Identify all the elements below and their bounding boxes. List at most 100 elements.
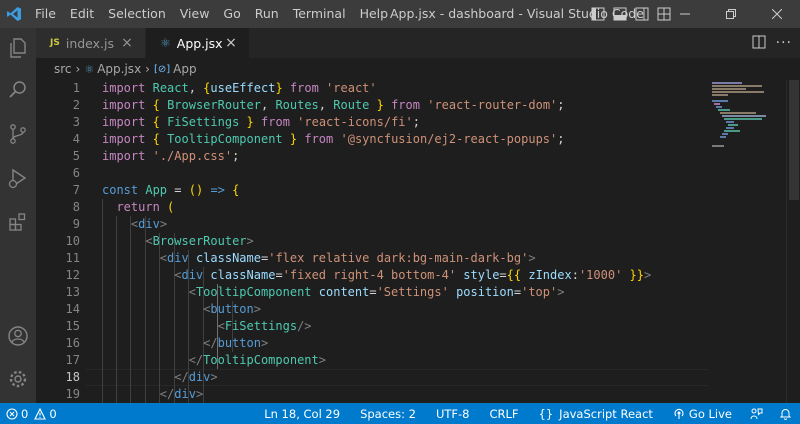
line-number: 13 — [65, 285, 80, 299]
code-line-13[interactable]: <TooltipComponent content='Settings' pos… — [102, 284, 565, 301]
chevron-right-icon: › — [145, 62, 150, 76]
code-line-12[interactable]: <div className='fixed right-4 bottom-4' … — [102, 267, 651, 284]
breadcrumb-symbol[interactable]: App — [173, 62, 196, 76]
line-number-gutter: 1 2 3 4 5 6 7 8 9 10 11 12 13 14 15 16 1… — [36, 80, 86, 403]
close-icon[interactable]: × — [223, 35, 239, 51]
code-line-4[interactable]: import { TooltipComponent } from '@syncf… — [102, 131, 564, 148]
breadcrumb-file[interactable]: App.jsx — [97, 62, 141, 76]
window-controls — [662, 0, 800, 28]
minimap-line — [726, 127, 734, 129]
account-icon[interactable] — [0, 318, 36, 354]
line-number: 19 — [65, 387, 80, 401]
breadcrumb-folder[interactable]: src — [54, 62, 72, 76]
toggle-secondary-sidebar-icon[interactable] — [634, 6, 650, 22]
code-line-2[interactable]: import { BrowserRouter, Routes, Route } … — [102, 97, 565, 114]
warning-count: 0 — [49, 406, 57, 421]
menu-terminal[interactable]: Terminal — [286, 0, 353, 28]
minimap-line — [722, 115, 766, 117]
code-line-19[interactable]: </div> — [102, 386, 203, 403]
notifications-bell-icon[interactable] — [771, 403, 800, 424]
tab-label: App.jsx — [176, 35, 223, 51]
minimap-line — [712, 82, 742, 84]
vscode-logo-icon — [0, 0, 28, 28]
activity-bar — [0, 28, 36, 403]
line-number: 7 — [72, 183, 80, 197]
minimap-line — [722, 133, 728, 135]
broadcast-icon — [674, 408, 684, 419]
toggle-sidebar-icon[interactable] — [590, 6, 606, 22]
encoding[interactable]: UTF-8 — [426, 403, 480, 424]
split-editor-icon[interactable] — [752, 35, 766, 52]
react-file-icon: ⚛ — [84, 62, 95, 76]
end-of-line[interactable]: CRLF — [479, 403, 528, 424]
extensions-icon[interactable] — [0, 204, 36, 240]
go-live-button[interactable]: Go Live — [663, 403, 742, 424]
code-editor[interactable]: 1 2 3 4 5 6 7 8 9 10 11 12 13 14 15 16 1… — [36, 80, 708, 403]
code-line-18[interactable]: </div> — [102, 369, 217, 386]
minimap-line — [724, 130, 740, 132]
line-number: 15 — [65, 319, 80, 333]
code-line-10[interactable]: <BrowserRouter> — [102, 233, 253, 250]
code-line-9[interactable]: <div> — [102, 216, 167, 233]
menu-view[interactable]: View — [173, 0, 217, 28]
menu-edit[interactable]: Edit — [63, 0, 101, 28]
scrollbar-thumb[interactable] — [789, 80, 799, 200]
chevron-right-icon: › — [75, 62, 81, 76]
language-mode[interactable]: {} JavaScript React — [529, 403, 663, 424]
minimap-line — [712, 85, 762, 87]
cursor-position[interactable]: Ln 18, Col 29 — [254, 403, 350, 424]
code-line-5[interactable]: import './App.css'; — [102, 148, 239, 165]
braces-icon: {} — [538, 406, 554, 421]
toggle-panel-icon[interactable] — [612, 6, 628, 22]
layout-controls — [590, 0, 672, 28]
line-number: 16 — [65, 336, 80, 350]
menu-bar: File Edit Selection View Go Run Terminal… — [28, 0, 395, 28]
indentation[interactable]: Spaces: 2 — [350, 403, 426, 424]
code-line-7[interactable]: const App = () => { — [102, 182, 239, 199]
menu-file[interactable]: File — [28, 0, 63, 28]
minimap-line — [718, 109, 730, 111]
menu-run[interactable]: Run — [248, 0, 286, 28]
run-debug-icon[interactable] — [0, 160, 36, 196]
code-line-14[interactable]: <button> — [102, 301, 261, 318]
minimap[interactable] — [708, 80, 786, 403]
menu-help[interactable]: Help — [353, 0, 396, 28]
explorer-icon[interactable] — [0, 30, 36, 66]
settings-gear-icon[interactable] — [0, 361, 36, 397]
close-window-icon[interactable] — [754, 0, 800, 28]
minimize-icon[interactable] — [662, 0, 708, 28]
code-area[interactable]: import React, {useEffect} from 'react' i… — [102, 80, 708, 403]
line-number: 4 — [72, 132, 80, 146]
minimap-line — [728, 124, 738, 126]
code-line-3[interactable]: import { FiSettings } from 'react-icons/… — [102, 114, 420, 131]
error-icon — [6, 407, 18, 420]
code-line-17[interactable]: </TooltipComponent> — [102, 352, 326, 369]
source-control-icon[interactable] — [0, 116, 36, 152]
more-actions-icon[interactable]: ··· — [776, 35, 792, 51]
restore-icon[interactable] — [708, 0, 754, 28]
code-line-16[interactable]: </button> — [102, 335, 268, 352]
feedback-icon[interactable] — [742, 403, 771, 424]
go-live-label: Go Live — [688, 406, 732, 421]
minimap-line — [712, 94, 728, 96]
tab-index-js[interactable]: JS index.js × — [36, 28, 146, 58]
menu-go[interactable]: Go — [216, 0, 247, 28]
problems-indicator[interactable]: 0 0 — [0, 403, 63, 424]
line-number: 2 — [72, 98, 80, 112]
menu-selection[interactable]: Selection — [101, 0, 173, 28]
code-line-1[interactable]: import React, {useEffect} from 'react' — [102, 80, 377, 97]
editor-actions: ··· — [752, 28, 792, 58]
line-number: 11 — [65, 251, 80, 265]
code-line-15[interactable]: <FiSettings/> — [102, 318, 312, 335]
code-line-8[interactable]: return ( — [102, 199, 174, 216]
line-number: 17 — [65, 353, 80, 367]
close-icon[interactable]: × — [119, 35, 135, 51]
error-count: 0 — [21, 406, 29, 421]
search-icon[interactable] — [0, 72, 36, 108]
warning-icon — [34, 407, 47, 420]
tab-app-jsx[interactable]: ⚛ App.jsx × — [146, 28, 250, 58]
code-line-11[interactable]: <div className='flex relative dark:bg-ma… — [102, 250, 536, 267]
vertical-scrollbar[interactable] — [786, 80, 800, 403]
line-number: 14 — [65, 302, 80, 316]
line-number-current: 18 — [65, 370, 80, 384]
